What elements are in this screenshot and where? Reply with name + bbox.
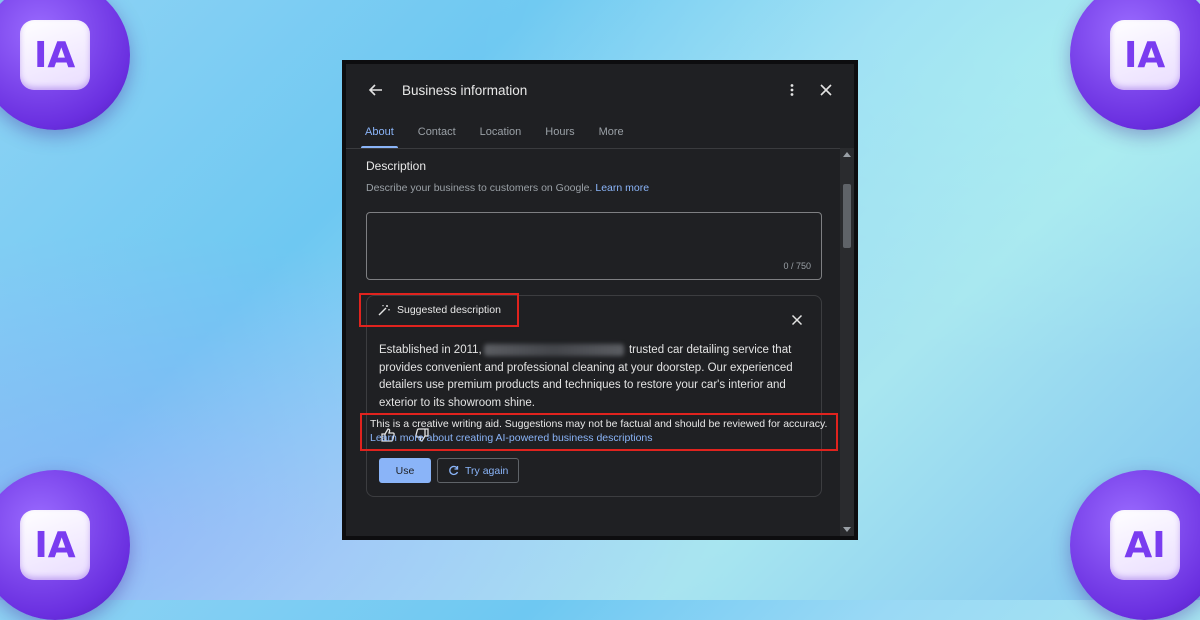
suggestion-actions: Use Try again [379,458,520,483]
character-counter: 0 / 750 [783,261,811,271]
suggested-description-card: Suggested description Established in 201… [359,293,822,497]
tab-more[interactable]: More [592,116,631,148]
redacted-business-name [483,343,624,356]
tab-bar: About Contact Location Hours More [346,116,854,149]
description-title: Description [366,159,427,173]
description-textarea[interactable]: 0 / 750 [366,212,822,280]
ai-chip-icon: IA [20,510,90,580]
tab-about[interactable]: About [358,116,401,148]
suggested-description-header: Suggested description [359,293,519,327]
business-info-panel: Business information About Contact Locat… [342,60,858,540]
ai-disclaimer: This is a creative writing aid. Suggesti… [360,413,838,451]
suggestion-text-start: Established in 2011, [379,344,482,356]
panel-header: Business information [346,64,854,116]
tab-hours[interactable]: Hours [538,116,581,148]
description-subtitle: Describe your business to customers on G… [366,182,822,194]
ai-badge-text: AI [1124,524,1166,566]
more-vert-icon [790,84,794,96]
panel-content: Description Describe your business to cu… [346,149,840,536]
dismiss-suggestion-button[interactable] [783,306,811,334]
ai-chip-icon: AI [1110,510,1180,580]
ai-badge-text: AI [34,34,76,76]
scrollbar[interactable] [840,148,854,536]
tab-location[interactable]: Location [473,116,529,148]
magic-wand-icon [378,304,390,315]
use-button[interactable]: Use [379,458,431,483]
suggested-description-label: Suggested description [397,304,501,316]
close-button[interactable] [812,76,840,104]
try-again-label: Try again [465,464,509,477]
close-icon [820,84,832,96]
ai-descriptions-link[interactable]: Learn more about creating AI-powered bus… [370,432,828,444]
back-button[interactable] [362,76,390,104]
scroll-up-arrow-icon[interactable] [843,152,851,157]
suggestion-text: Established in 2011, trusted car detaili… [379,342,799,412]
ai-badge-text: AI [1124,34,1166,76]
ai-chip-icon: AI [20,20,90,90]
scroll-thumb[interactable] [843,184,851,248]
try-again-button[interactable]: Try again [437,458,520,483]
scroll-down-arrow-icon[interactable] [843,527,851,532]
learn-more-link[interactable]: Learn more [595,182,649,194]
disclaimer-text: This is a creative writing aid. Suggesti… [370,418,828,430]
page-title: Business information [402,82,528,98]
tab-contact[interactable]: Contact [411,116,463,148]
close-icon [791,314,803,326]
arrow-left-icon [368,84,382,96]
ai-badge-text: IA [34,524,76,566]
description-subtitle-text: Describe your business to customers on G… [366,182,593,194]
ai-chip-icon: AI [1110,20,1180,90]
refresh-icon [449,465,459,476]
more-options-button[interactable] [778,76,806,104]
